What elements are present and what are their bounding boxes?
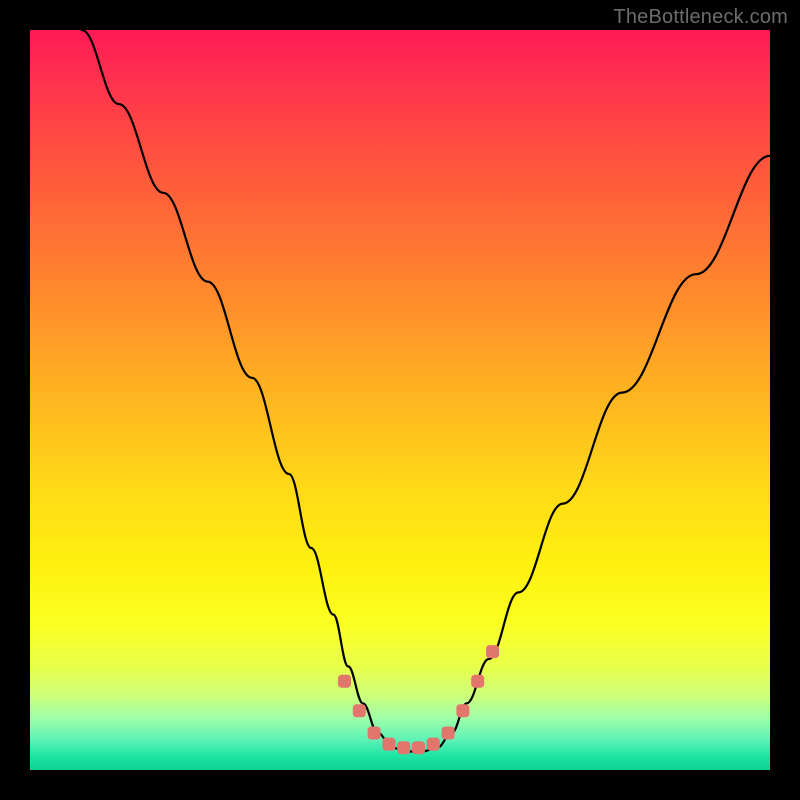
curve-marker xyxy=(368,727,380,739)
plot-area xyxy=(30,30,770,770)
curve-marker xyxy=(472,675,484,687)
curve-marker xyxy=(353,705,365,717)
curve-marker xyxy=(487,646,499,658)
curve-marker xyxy=(442,727,454,739)
curve-marker xyxy=(457,705,469,717)
marker-group xyxy=(339,646,499,754)
curve-marker xyxy=(383,738,395,750)
watermark-text: TheBottleneck.com xyxy=(613,6,788,29)
curve-marker xyxy=(427,738,439,750)
curve-marker xyxy=(398,742,410,754)
curve-layer xyxy=(30,30,770,770)
chart-frame: TheBottleneck.com xyxy=(0,0,800,800)
bottleneck-curve xyxy=(82,30,770,752)
curve-marker xyxy=(413,742,425,754)
curve-marker xyxy=(339,675,351,687)
